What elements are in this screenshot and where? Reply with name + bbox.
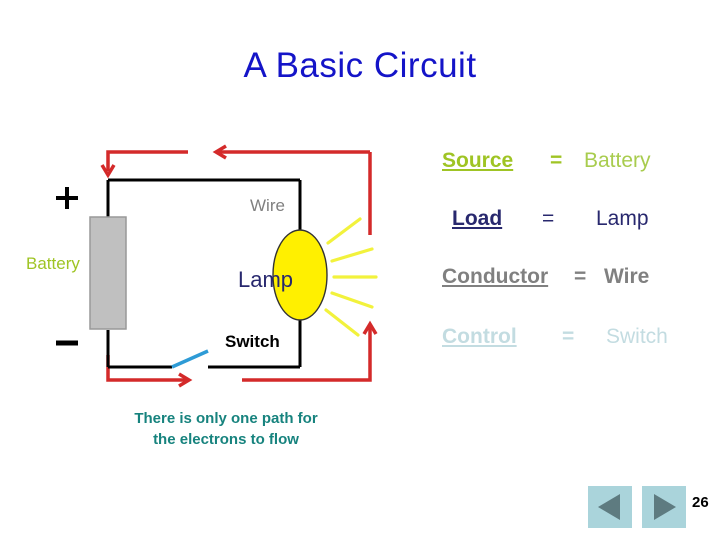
- slide-canvas: A Basic Circuit Battery Wire Lamp Switch…: [0, 0, 720, 540]
- previous-slide-button[interactable]: [588, 486, 632, 528]
- definition-row-load: Load = Lamp: [424, 207, 704, 241]
- definition-value: Switch: [606, 325, 668, 348]
- definition-row-control: Control = Switch: [424, 325, 704, 359]
- diagram-label-wire: Wire: [250, 196, 285, 215]
- caption-line-1: There is only one path for: [134, 410, 318, 427]
- circuit-schematic-svg: [56, 144, 378, 388]
- definition-equals: =: [542, 207, 555, 230]
- lamp-light-rays: [324, 217, 378, 337]
- definition-row-source: Source = Battery: [424, 149, 704, 183]
- diagram-label-battery: Battery: [26, 254, 80, 273]
- battery-body: [89, 216, 127, 330]
- definition-equals: =: [574, 265, 587, 288]
- definition-term: Conductor: [442, 265, 549, 288]
- triangle-right-icon: [642, 486, 686, 528]
- page-number: 26: [692, 494, 709, 511]
- definition-value: Battery: [584, 149, 651, 172]
- definition-term: Control: [442, 325, 517, 348]
- battery-plus-terminal-sign: [56, 187, 78, 209]
- switch-blade: [171, 349, 209, 369]
- definition-value: Lamp: [596, 207, 649, 230]
- definition-list: Source = Battery Load = Lamp Conductor =…: [424, 145, 704, 365]
- definition-row-conductor: Conductor = Wire: [424, 265, 704, 299]
- triangle-left-icon: [588, 486, 632, 528]
- definition-equals: =: [562, 325, 575, 348]
- caption-line-2: the electrons to flow: [153, 431, 299, 448]
- diagram-label-lamp: Lamp: [238, 267, 294, 292]
- definition-term: Load: [452, 207, 503, 230]
- definition-equals: =: [550, 149, 563, 172]
- next-slide-button[interactable]: [642, 486, 686, 528]
- page-title: A Basic Circuit: [243, 46, 477, 85]
- circuit-diagram: Battery Wire Lamp Switch: [20, 135, 420, 410]
- diagram-label-switch: Switch: [225, 332, 280, 351]
- caption-text: There is only one path for the electrons…: [76, 408, 376, 450]
- slide-navigation-bar: 26: [588, 482, 720, 532]
- definition-value: Wire: [604, 265, 650, 288]
- definition-term: Source: [442, 149, 514, 172]
